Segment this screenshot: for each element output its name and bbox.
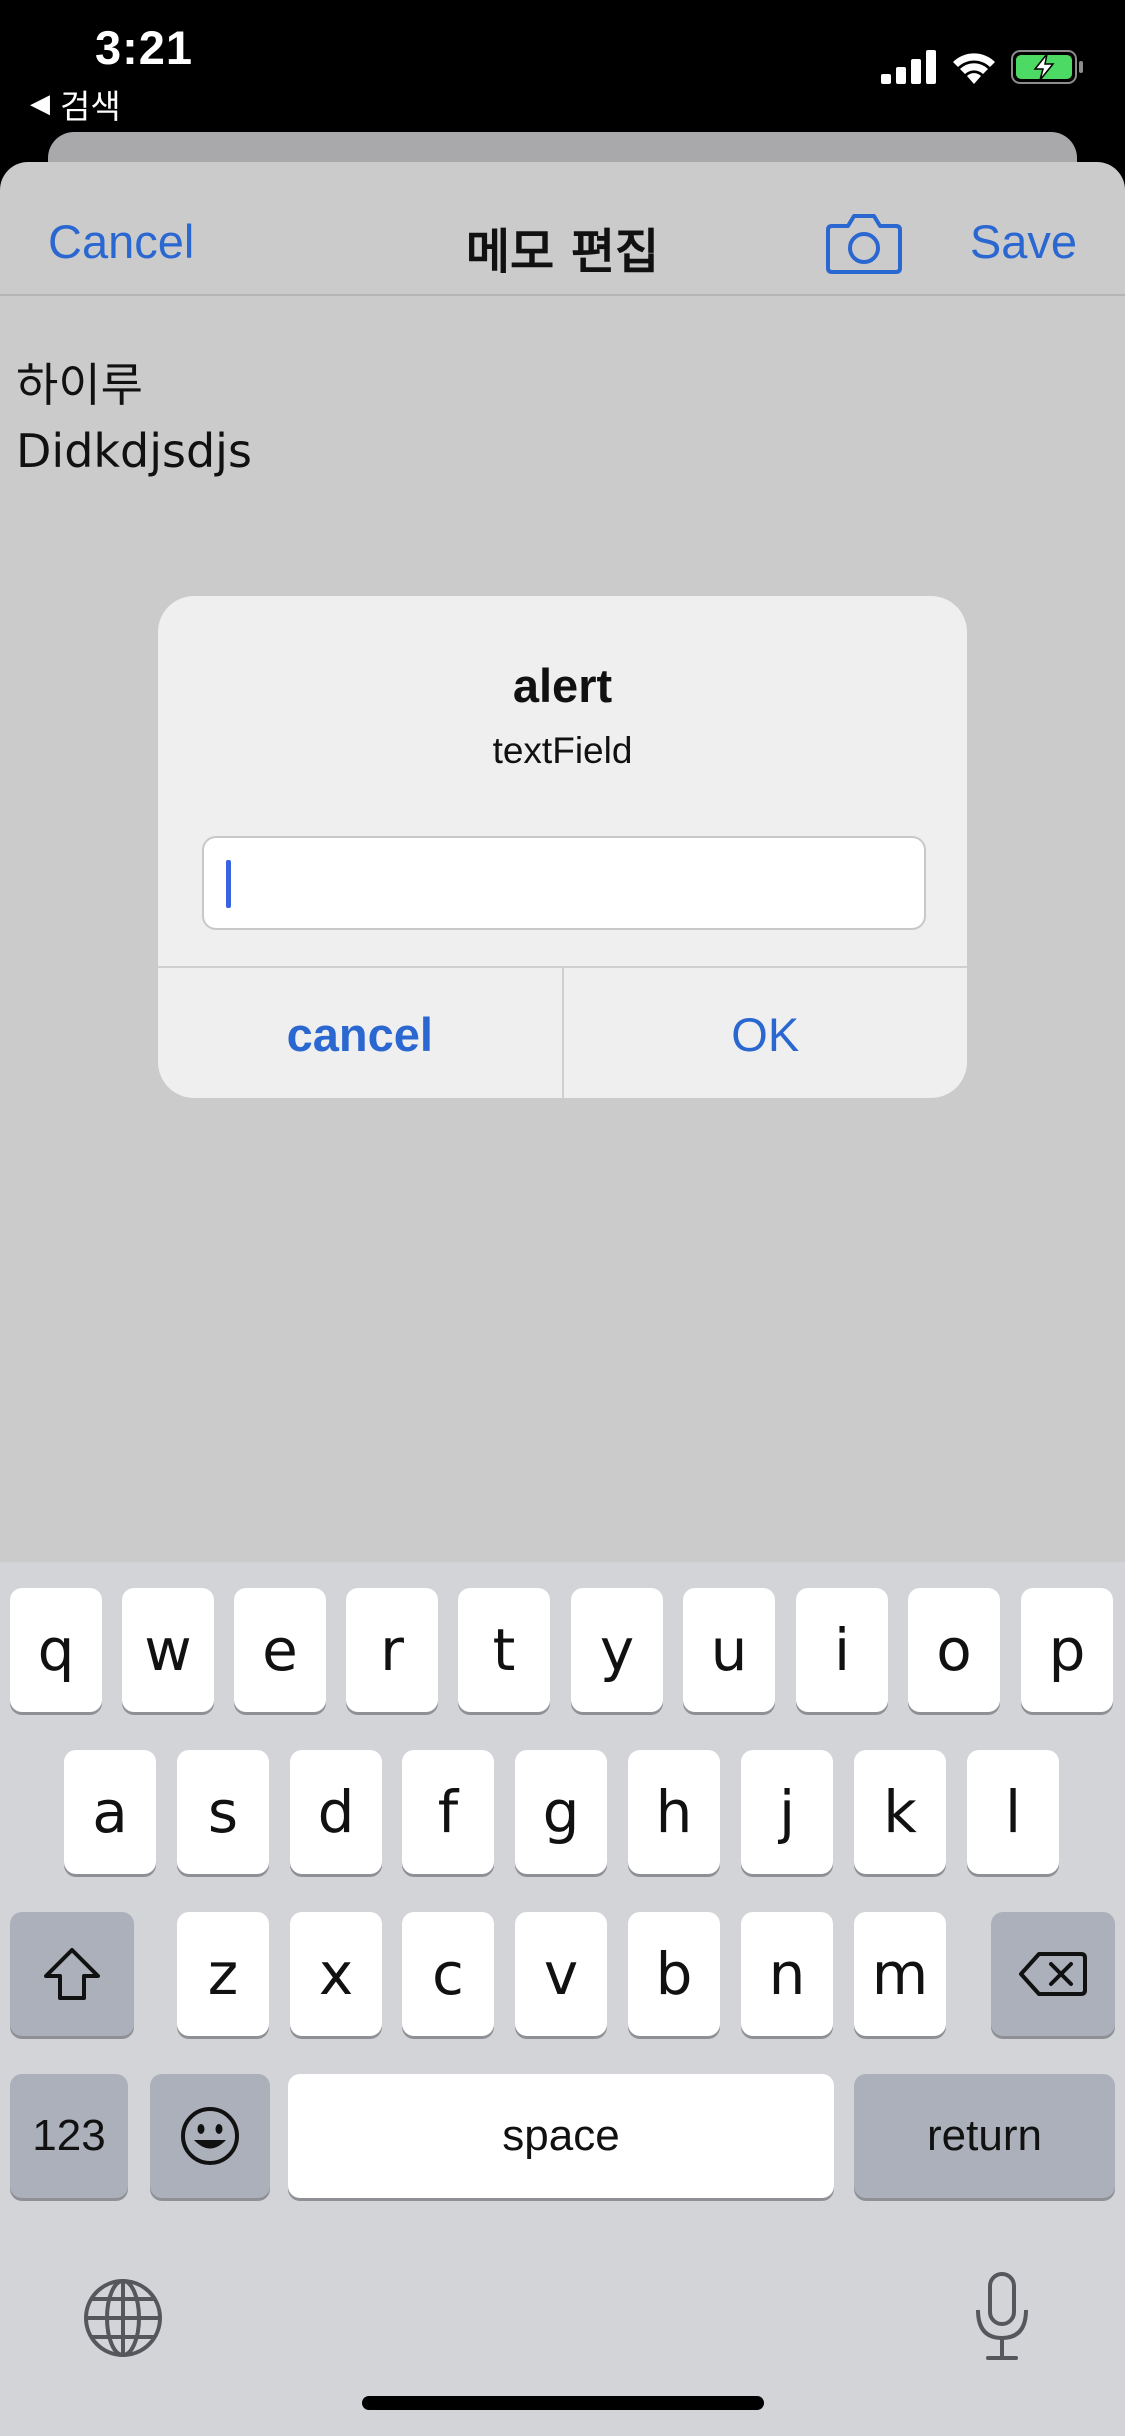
key-x[interactable]: x bbox=[290, 1912, 382, 2036]
keyboard: q w e r t y u i o p a s d f g h j k l z … bbox=[0, 1562, 1125, 2436]
alert-title: alert bbox=[512, 659, 613, 712]
microphone-icon[interactable] bbox=[974, 2270, 1030, 2362]
status-time: 3:21 bbox=[95, 21, 194, 74]
status-bar: 3:21 ◀ 검색 bbox=[0, 0, 1125, 130]
camera-icon[interactable] bbox=[826, 212, 902, 274]
key-d[interactable]: d bbox=[290, 1750, 382, 1874]
key-h[interactable]: h bbox=[628, 1750, 720, 1874]
save-button[interactable]: Save bbox=[970, 214, 1077, 269]
delete-key[interactable] bbox=[991, 1912, 1115, 2036]
alert-actions: cancel OK bbox=[158, 966, 967, 1098]
key-i[interactable]: i bbox=[796, 1588, 888, 1712]
page-title: 메모 편집 bbox=[465, 224, 660, 280]
signal-icon bbox=[881, 50, 936, 84]
key-q[interactable]: q bbox=[10, 1588, 102, 1712]
key-s[interactable]: s bbox=[177, 1750, 269, 1874]
memo-line: 하이루 bbox=[16, 358, 143, 412]
key-g[interactable]: g bbox=[515, 1750, 607, 1874]
key-e[interactable]: e bbox=[234, 1588, 326, 1712]
key-t[interactable]: t bbox=[458, 1588, 550, 1712]
numbers-key[interactable]: 123 bbox=[10, 2074, 128, 2198]
key-j[interactable]: j bbox=[741, 1750, 833, 1874]
wifi-icon bbox=[953, 53, 995, 84]
key-u[interactable]: u bbox=[683, 1588, 775, 1712]
return-key[interactable]: return bbox=[854, 2074, 1115, 2198]
emoji-icon bbox=[181, 2107, 239, 2165]
key-m[interactable]: m bbox=[854, 1912, 946, 2036]
memo-line: Didkdjsdjs bbox=[16, 424, 252, 478]
delete-icon bbox=[1019, 1952, 1087, 1996]
key-k[interactable]: k bbox=[854, 1750, 946, 1874]
battery-charging-icon bbox=[1011, 50, 1083, 84]
back-app-label: 검색 bbox=[60, 87, 121, 126]
home-indicator[interactable] bbox=[362, 2396, 764, 2410]
key-a[interactable]: a bbox=[64, 1750, 156, 1874]
memo-text-view[interactable]: 하이루 Didkdjsdjs bbox=[16, 352, 252, 484]
key-c[interactable]: c bbox=[402, 1912, 494, 2036]
key-z[interactable]: z bbox=[177, 1912, 269, 2036]
key-r[interactable]: r bbox=[346, 1588, 438, 1712]
alert-dialog: alert textField cancel OK bbox=[158, 596, 967, 1098]
shift-key[interactable] bbox=[10, 1912, 134, 2036]
key-y[interactable]: y bbox=[571, 1588, 663, 1712]
navigation-bar: Cancel 메모 편집 Save bbox=[0, 162, 1125, 296]
emoji-key[interactable] bbox=[150, 2074, 270, 2198]
back-arrow-icon: ◀ bbox=[30, 89, 50, 119]
shift-icon bbox=[44, 1948, 100, 2000]
status-icons bbox=[881, 50, 1085, 84]
key-w[interactable]: w bbox=[122, 1588, 214, 1712]
back-to-app-button[interactable]: ◀ 검색 bbox=[30, 80, 121, 128]
key-v[interactable]: v bbox=[515, 1912, 607, 2036]
key-l[interactable]: l bbox=[967, 1750, 1059, 1874]
globe-icon[interactable] bbox=[82, 2277, 164, 2359]
key-f[interactable]: f bbox=[402, 1750, 494, 1874]
alert-ok-button[interactable]: OK bbox=[564, 968, 968, 1098]
space-key[interactable]: space bbox=[288, 2074, 834, 2198]
text-cursor bbox=[226, 860, 231, 908]
alert-cancel-button[interactable]: cancel bbox=[158, 968, 564, 1098]
key-b[interactable]: b bbox=[628, 1912, 720, 2036]
key-n[interactable]: n bbox=[741, 1912, 833, 2036]
key-p[interactable]: p bbox=[1021, 1588, 1113, 1712]
alert-message: textField bbox=[492, 730, 633, 771]
key-o[interactable]: o bbox=[908, 1588, 1000, 1712]
alert-text-field[interactable] bbox=[202, 836, 926, 930]
